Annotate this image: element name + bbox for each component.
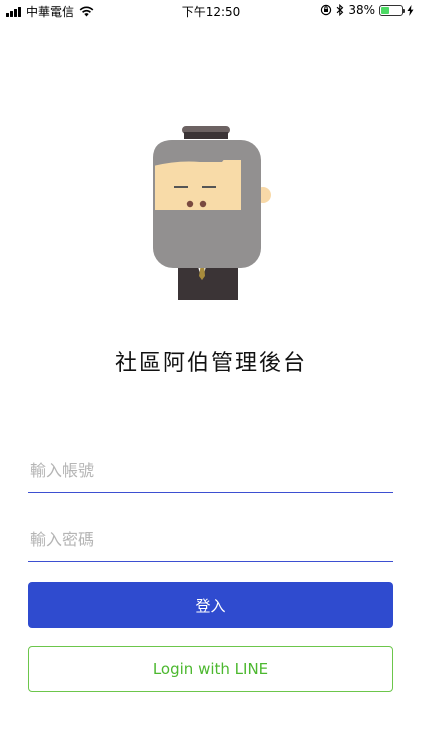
- mascot-uncle-illustration: [153, 126, 271, 300]
- charging-bolt-icon: [407, 4, 414, 16]
- bluetooth-icon: [336, 4, 344, 16]
- battery-icon: [379, 4, 405, 16]
- battery-fill: [381, 6, 389, 14]
- app-title: 社區阿伯管理後台: [114, 351, 307, 376]
- account-input[interactable]: [28, 449, 393, 492]
- mascot-face: [155, 160, 241, 210]
- status-bar: 中華電信 下午12:50 38%: [0, 0, 422, 22]
- login-button[interactable]: 登入: [28, 582, 393, 628]
- status-bar-right: 38%: [320, 3, 414, 17]
- mascot-right-eye: [202, 186, 216, 188]
- password-input[interactable]: [28, 518, 393, 561]
- mascot-left-eye: [174, 186, 188, 188]
- password-field: [28, 518, 393, 562]
- account-field: [28, 449, 393, 493]
- line-login-button[interactable]: Login with LINE: [28, 646, 393, 692]
- login-screen: 中華電信 下午12:50 38% 社區阿伯管理後台 輸入帳號 登入 Login …: [0, 0, 422, 750]
- mascot-hat: [182, 126, 230, 139]
- battery-percent: 38%: [348, 3, 375, 17]
- rotation-lock-icon: [321, 4, 332, 16]
